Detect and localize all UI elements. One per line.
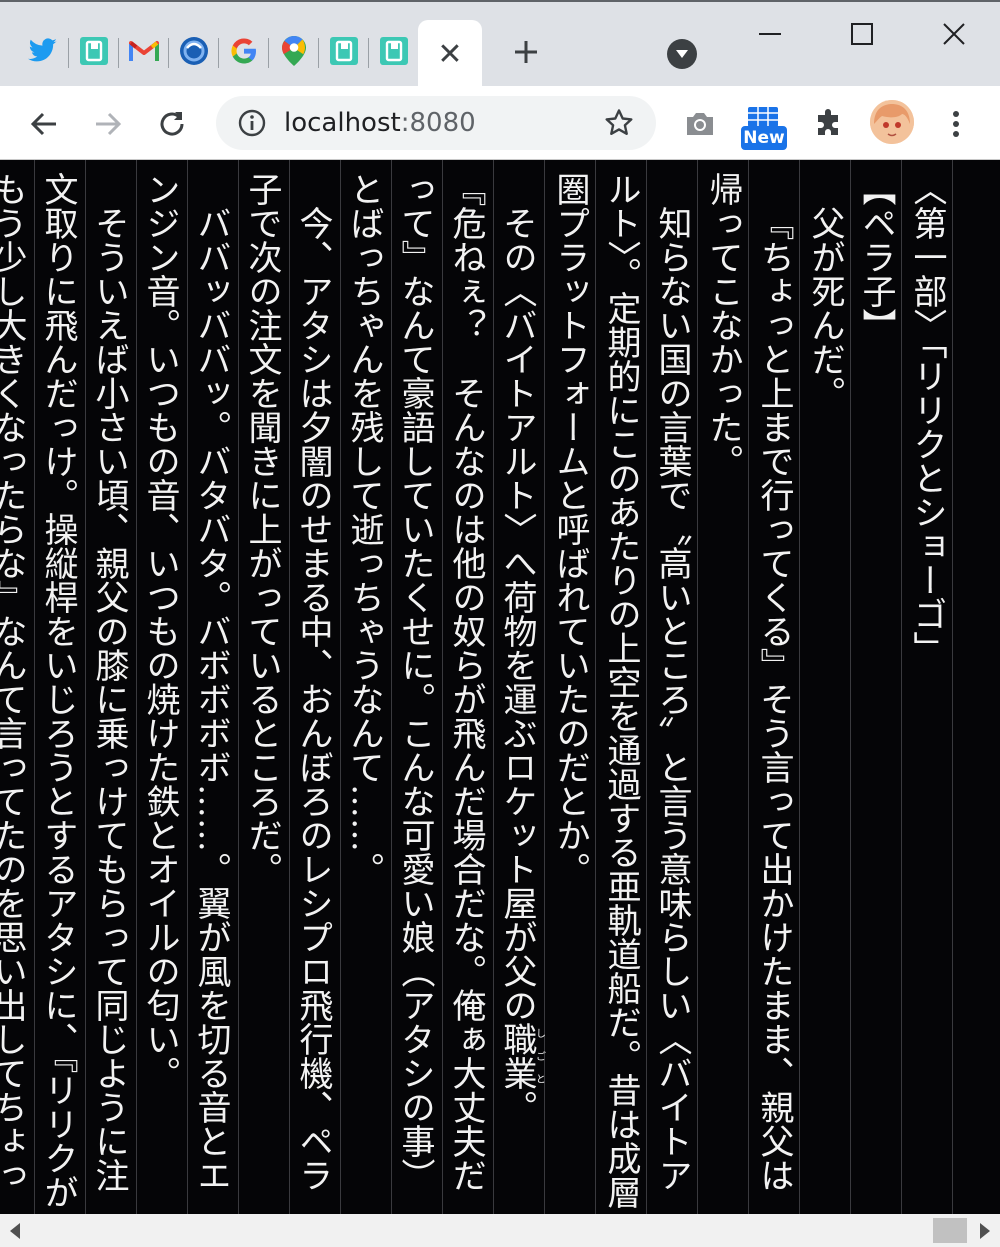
bookmark-star-icon[interactable] — [604, 108, 634, 142]
extensions-puzzle-icon[interactable] — [806, 102, 850, 146]
twitter-icon[interactable] — [28, 36, 58, 66]
scroll-right-arrow-icon[interactable] — [980, 1223, 990, 1239]
avatar[interactable] — [870, 100, 914, 144]
google-icon[interactable] — [229, 36, 259, 66]
bookmark-app-icon[interactable] — [329, 36, 359, 66]
paragraph: その〈バイトアルト〉へ荷物を運ぶロケット屋が父の職業しごと。 — [491, 172, 545, 1214]
right-margin — [952, 160, 1000, 1214]
paragraph: そういえば小さい頃、親父の膝に乗っけてもらって同じように注文取りに飛んだっけ。操… — [0, 172, 129, 1209]
google-maps-icon[interactable] — [279, 35, 309, 66]
reload-icon[interactable] — [150, 102, 194, 146]
url-host: localhost — [284, 108, 401, 138]
tab-separator — [68, 38, 69, 68]
tab-separator — [118, 38, 119, 68]
maximize-button[interactable] — [842, 16, 882, 52]
reader-content: 〈第一部〉「リリクとショーゴ」 【ペラ子】 父が死んだ。 『ちょっと上まで行って… — [0, 160, 1000, 1214]
scroll-left-arrow-icon[interactable] — [10, 1223, 20, 1239]
paragraph: 今、アタシは夕闇のせまる中、おんぼろのレシプロ飛行機、ペラ子で次の注文を聞きに上… — [242, 172, 333, 1192]
ruby-annotation: 職業しごと — [497, 1022, 545, 1090]
camera-icon[interactable] — [678, 102, 722, 146]
paragraph: ババッババッ。バタバタ。バボボボボ……。翼が風を切る音とエンジン音。いつもの音、… — [140, 172, 231, 1192]
gmail-icon[interactable] — [129, 36, 159, 66]
paragraph-text: その〈バイトアルト〉へ荷物を運ぶロケット屋が父の — [497, 206, 537, 1022]
url-text[interactable]: localhost:8080 — [284, 108, 476, 138]
paragraph: 知らない国の言葉で〝高いところ〟と言う意味らしい〈バイトアルト〉。定期的にこのあ… — [550, 172, 692, 1209]
url-port: :8080 — [400, 108, 476, 138]
close-tab-icon[interactable]: ✕ — [437, 37, 462, 72]
tab-separator — [318, 38, 319, 68]
tab-separator — [218, 38, 219, 68]
info-icon[interactable] — [238, 109, 266, 141]
firefox-browser-icon[interactable] — [179, 36, 209, 66]
browser-toolbar: localhost:8080 — [0, 86, 1000, 160]
minimize-button[interactable] — [750, 16, 790, 52]
scroll-thumb[interactable] — [933, 1218, 967, 1243]
horizontal-scrollbar[interactable] — [0, 1214, 1000, 1247]
tab-separator — [268, 38, 269, 68]
bookmark-app-icon[interactable] — [379, 36, 409, 66]
back-arrow-icon[interactable] — [22, 102, 66, 146]
paragraph: 『ちょっと上まで行ってくる』そう言って出かけたまま、親父は帰ってこなかった。 — [703, 172, 794, 1192]
ruby-base: 職業 — [497, 1022, 537, 1090]
tab-separator — [368, 38, 369, 68]
menu-kebab-icon[interactable] — [934, 102, 978, 146]
paragraph: 『危ねぇ？ そんなのは他の奴らが飛んだ場合だな。俺ぁ大丈夫だって』なんて豪語して… — [344, 172, 486, 1192]
paragraph-text: 。 — [497, 1090, 537, 1124]
address-bar[interactable]: localhost:8080 — [216, 96, 656, 150]
active-tab[interactable]: ✕ — [418, 20, 482, 88]
new-badge: New — [741, 126, 787, 150]
tab-separator — [168, 38, 169, 68]
ruby-reading: しごと — [533, 1022, 545, 1090]
speaker-heading: 【ペラ子】 — [856, 172, 896, 342]
tab-search-button[interactable] — [667, 39, 697, 69]
rule-line — [952, 160, 953, 1214]
new-tab-button[interactable] — [506, 32, 546, 72]
vertical-text-body: 〈第一部〉「リリクとショーゴ」 【ペラ子】 父が死んだ。 『ちょっと上まで行って… — [0, 160, 952, 1214]
paragraph: 父が死んだ。 — [805, 206, 845, 410]
tab-strip: ✕ — [0, 0, 1000, 88]
part-heading: 〈第一部〉「リリクとショーゴ」 — [907, 172, 947, 665]
close-window-button[interactable] — [934, 16, 974, 52]
forward-arrow-icon[interactable] — [86, 102, 130, 146]
bookmark-app-icon[interactable] — [79, 36, 109, 66]
